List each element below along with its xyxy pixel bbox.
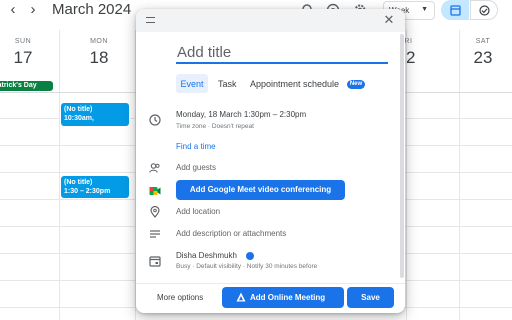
new-badge: New	[347, 80, 365, 89]
add-guests-field[interactable]: Add guests	[176, 163, 216, 172]
month-title: March 2024	[52, 1, 132, 18]
day-number: 17	[13, 48, 33, 67]
day-column-header[interactable]: SUN 17	[8, 38, 38, 68]
add-online-meeting-label: Add Online Meeting	[250, 293, 326, 302]
timezone-repeat-info[interactable]: Time zone · Doesn't repeat	[176, 123, 254, 130]
calendar-view-toggle[interactable]	[441, 0, 469, 20]
availability-visibility-info[interactable]: Busy · Default visibility · Notify 30 mi…	[176, 263, 317, 270]
day-name: SAT	[475, 38, 491, 45]
add-location-field[interactable]: Add location	[176, 207, 220, 216]
day-name: MON	[90, 38, 108, 45]
tasks-view-toggle[interactable]	[470, 0, 498, 20]
event-title: (No title)	[64, 106, 93, 113]
scrollbar[interactable]	[400, 34, 404, 278]
column-divider	[459, 30, 460, 320]
find-a-time-link[interactable]: Find a time	[176, 142, 216, 151]
calendar-color-dot	[246, 252, 254, 260]
description-icon	[150, 230, 160, 238]
add-description-field[interactable]: Add description or attachments	[176, 229, 286, 238]
calendar-icon	[450, 5, 461, 16]
event-title: (No title)	[64, 179, 93, 186]
day-number: 23	[473, 48, 493, 67]
event-time: 10:30am,	[64, 115, 94, 122]
google-meet-icon	[149, 187, 161, 195]
next-week-button[interactable]: ›	[26, 1, 40, 18]
online-meeting-icon	[236, 292, 246, 302]
calendar-icon	[149, 256, 161, 267]
tab-event[interactable]: Event	[176, 74, 208, 93]
all-day-event-chip[interactable]: St Patrick's Day	[0, 81, 53, 91]
add-online-meeting-button[interactable]: Add Online Meeting	[222, 287, 344, 308]
title-input[interactable]	[176, 42, 388, 64]
tab-appointment-schedule[interactable]: Appointment schedule	[250, 74, 339, 93]
column-divider	[59, 30, 60, 320]
more-options-button[interactable]: More options	[157, 293, 203, 302]
event-create-dialog: ✕ Event Task Appointment schedule New Mo…	[136, 9, 405, 313]
calendar-event[interactable]: (No title) 10:30am,	[61, 103, 129, 126]
dialog-header[interactable]: ✕	[136, 9, 405, 32]
save-button[interactable]: Save	[347, 287, 394, 308]
chevron-down-icon: ▼	[421, 6, 428, 13]
day-column-header[interactable]: SAT 23	[468, 38, 498, 68]
tab-task[interactable]: Task	[218, 74, 237, 93]
event-datetime[interactable]: Monday, 18 March 1:30pm – 2:30pm	[176, 110, 306, 119]
guests-icon	[149, 163, 160, 173]
footer-divider	[136, 283, 405, 284]
close-button[interactable]: ✕	[382, 12, 396, 28]
location-pin-icon	[150, 206, 160, 218]
calendar-owner-name[interactable]: Disha Deshmukh	[176, 251, 237, 260]
check-circle-icon	[479, 5, 490, 16]
add-google-meet-button[interactable]: Add Google Meet video conferencing	[176, 180, 345, 200]
previous-week-button[interactable]: ‹	[6, 1, 20, 18]
day-name: SUN	[14, 38, 32, 45]
column-divider	[406, 30, 407, 320]
calendar-event[interactable]: (No title) 1:30 – 2:30pm	[61, 176, 129, 198]
day-column-header[interactable]: MON 18	[84, 38, 114, 68]
clock-icon	[149, 114, 161, 126]
drag-handle-icon[interactable]	[146, 17, 155, 23]
day-number: 18	[89, 48, 109, 67]
event-time: 1:30 – 2:30pm	[64, 188, 111, 195]
